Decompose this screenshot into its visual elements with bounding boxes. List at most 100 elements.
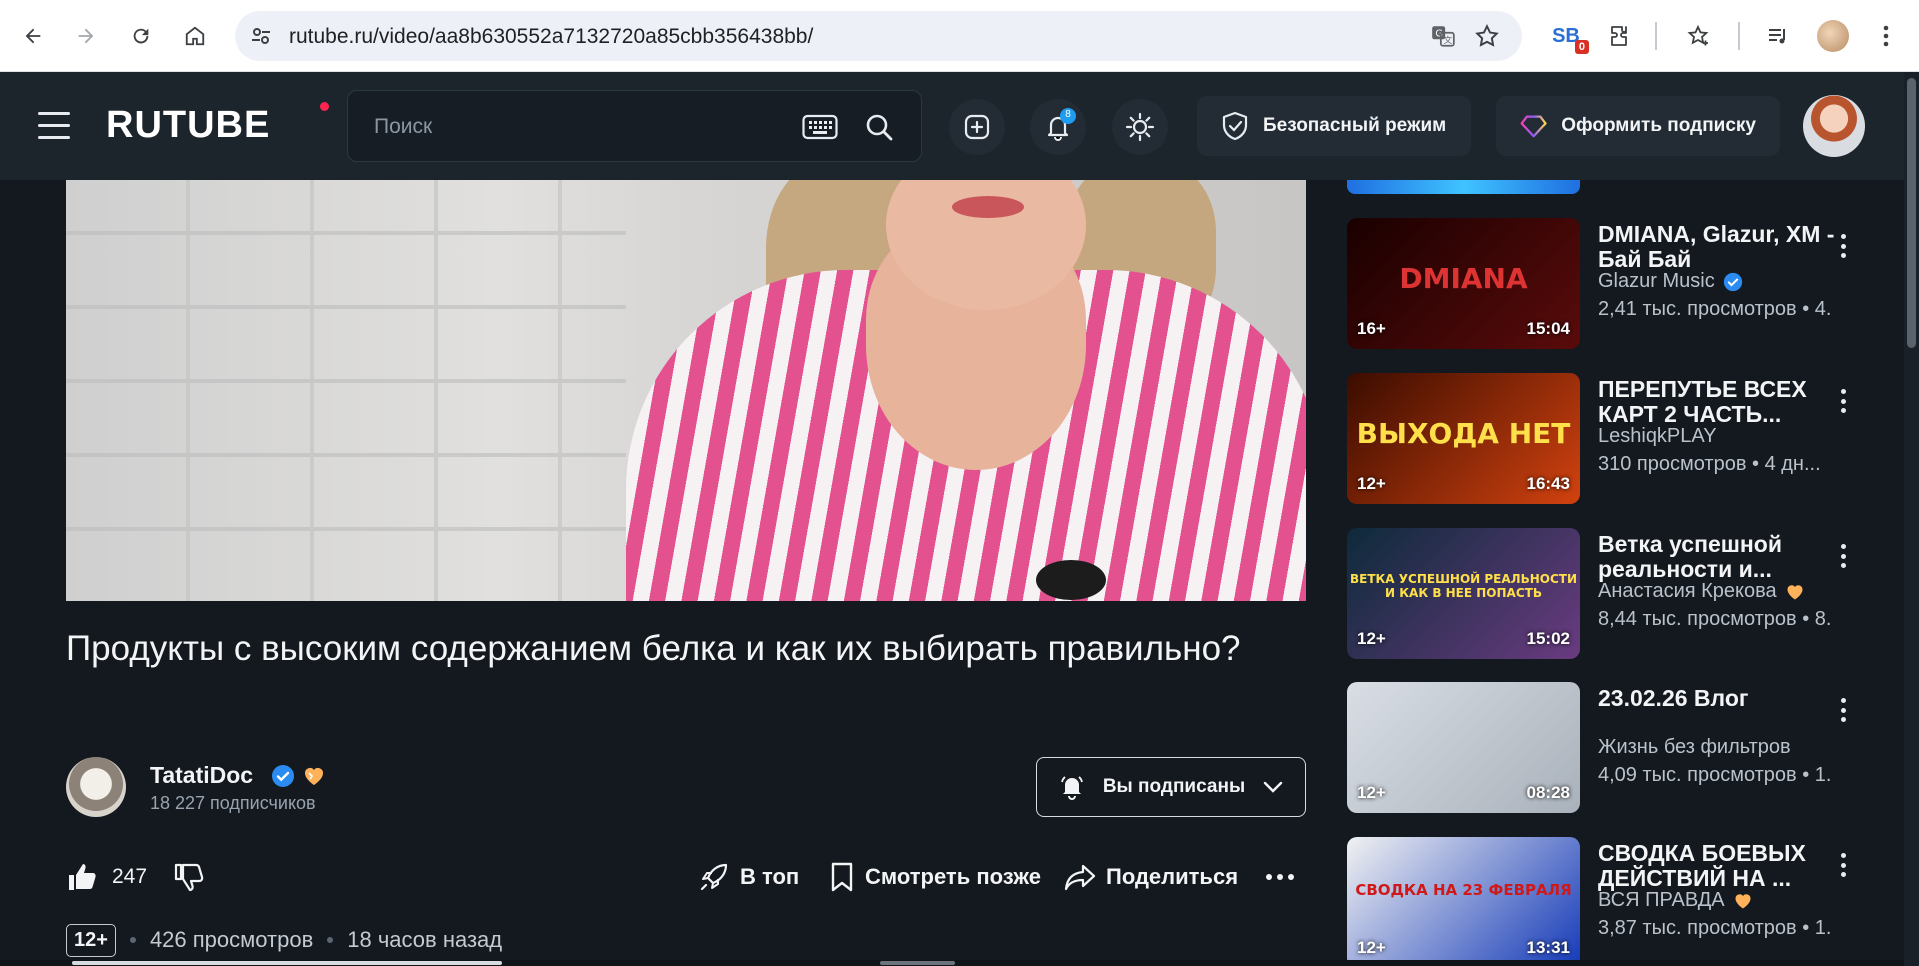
back-icon[interactable] [17,20,49,52]
recommendation-title[interactable]: 23.02.26 Влог [1598,686,1848,711]
bookmark-star-icon[interactable] [1474,23,1500,49]
recommendation-thumbnail[interactable]: ВЫХОДА НЕТ 12+ 16:43 [1347,373,1580,504]
chevron-down-icon [1263,781,1283,793]
search-box[interactable]: Поиск [347,90,922,162]
safe-mode-button[interactable]: Безопасный режим [1197,96,1471,156]
thumbnail-text: ВЕТКА УСПЕШНОЙ РЕАЛЬНОСТИ И КАК В НЕЕ ПО… [1349,572,1578,600]
horizontal-scrollbar-thumb[interactable] [72,961,502,965]
recommendation-card[interactable]: 12+ 08:28 23.02.26 Влог Жизнь без фильтров 4… [1347,682,1902,813]
verified-badge-icon [1723,272,1742,291]
channel-avatar[interactable] [66,757,126,817]
reading-list-icon[interactable] [1682,20,1714,52]
recommendation-menu-icon[interactable] [1831,692,1855,728]
recommendation-channel[interactable]: Жизнь без фильтров [1598,736,1791,759]
recommendation-channel-name[interactable]: Жизнь без фильтров [1598,736,1791,759]
recommendation-menu-icon[interactable] [1831,847,1855,883]
subscribed-button[interactable]: Вы подписаны [1036,757,1306,817]
search-icon[interactable] [864,112,894,142]
share-icon [1064,864,1096,891]
notifications-badge: 8 [1060,108,1076,124]
recommendation-card[interactable]: СВОДКА НА 23 ФЕВРАЛЯ 12+ 13:31 СВОДКА БОЕВЫ… [1347,837,1902,966]
recommendation-channel-name[interactable]: Glazur Music [1598,270,1715,293]
add-video-icon [964,114,990,140]
thumbnail-duration: 13:31 [1526,938,1570,957]
address-bar[interactable]: rutube.ru/video/aa8b630552a7132720a85cbb… [235,11,1522,61]
recommendation-thumbnail[interactable]: 12+ 08:28 [1347,682,1580,813]
menu-kebab-icon[interactable] [1870,20,1902,52]
recommendation-menu-icon[interactable] [1831,228,1855,264]
verified-badge-icon [272,765,294,787]
recommendation-card[interactable]: DMIANA 16+ 15:04 DMIANA, Glazur, XM - Бай Б… [1347,218,1902,349]
recommendation-title[interactable]: ПЕРЕПУТЬЕ ВСЕХ КАРТ 2 ЧАСТЬ... [1598,377,1848,427]
sun-icon [1125,112,1155,142]
recommendation-title[interactable]: Ветка успешной реальности и... [1598,532,1848,582]
recommendation-thumbnail-partial[interactable] [1347,180,1580,194]
upload-button[interactable] [949,99,1005,155]
video-player[interactable] [66,180,1306,601]
recommendation-thumbnail[interactable]: ВЕТКА УСПЕШНОЙ РЕАЛЬНОСТИ И КАК В НЕЕ ПО… [1347,528,1580,659]
extension-sb-icon[interactable]: SB 0 [1550,20,1589,54]
subscribed-label: Вы подписаны [1102,776,1246,797]
reload-icon[interactable] [125,20,157,52]
scrollbar-thumb[interactable] [1907,78,1916,348]
recommendation-channel[interactable]: Glazur Music [1598,270,1743,293]
like-icon[interactable] [66,861,98,893]
user-avatar[interactable] [1803,95,1865,157]
extensions-icon[interactable] [1605,20,1637,52]
url-text[interactable]: rutube.ru/video/aa8b630552a7132720a85cbb… [289,25,813,49]
forward-icon[interactable] [70,20,102,52]
thumbnail-age-rating: 12+ [1357,938,1386,957]
recommendation-menu-icon[interactable] [1831,538,1855,574]
video-frame-background [66,180,626,601]
site-settings-icon[interactable] [249,24,273,48]
age-rating-badge: 12+ [66,923,116,957]
horizontal-scrollbar[interactable] [0,960,1904,966]
channel-name[interactable]: TatatiDoc [150,762,253,789]
video-frame-figure [1036,560,1106,600]
recommendation-thumbnail[interactable]: СВОДКА НА 23 ФЕВРАЛЯ 12+ 13:31 [1347,837,1580,966]
shield-check-icon [1222,111,1248,141]
top-button[interactable]: В топ [698,857,799,897]
thumbnail-text: СВОДКА НА 23 ФЕВРАЛЯ [1355,881,1572,899]
top-label: В топ [740,864,800,889]
recommendation-channel[interactable]: ВСЯ ПРАВДА [1598,889,1753,912]
home-icon[interactable] [179,20,211,52]
recommendation-channel-name[interactable]: LeshiqkPLAY [1598,425,1717,448]
meta-separator [327,937,334,943]
search-input[interactable]: Поиск [374,115,432,139]
more-actions-button[interactable] [1265,857,1295,897]
recommendation-title[interactable]: DMIANA, Glazur, XM - Бай Бай [1598,222,1848,272]
video-frame-figure [952,196,1024,218]
extension-badge: 0 [1574,39,1589,54]
recommendation-channel[interactable]: Анастасия Крекова [1598,580,1805,603]
recommendation-views: 3,87 тыс. просмотров • 1. [1598,917,1832,939]
thumbnail-text: ВЫХОДА НЕТ [1356,417,1571,450]
recommendation-thumbnail[interactable]: DMIANA 16+ 15:04 [1347,218,1580,349]
thumbnail-duration: 08:28 [1526,783,1570,802]
page-scrollbar[interactable] [1904,72,1919,966]
notifications-button[interactable]: 8 [1030,99,1086,155]
keyboard-icon[interactable] [802,113,838,141]
recommendation-channel-name[interactable]: Анастасия Крекова [1598,580,1777,603]
browser-toolbar: rutube.ru/video/aa8b630552a7132720a85cbb… [0,0,1919,72]
recommendation-views: 2,41 тыс. просмотров • 4. [1598,298,1832,320]
share-button[interactable]: Поделиться [1064,857,1238,897]
translate-icon[interactable]: G文 [1430,23,1456,49]
subscribe-premium-button[interactable]: Оформить подписку [1496,96,1780,156]
recommendation-menu-icon[interactable] [1831,383,1855,419]
recommendation-channel-name[interactable]: ВСЯ ПРАВДА [1598,889,1725,912]
recommendation-card[interactable]: ВЕТКА УСПЕШНОЙ РЕАЛЬНОСТИ И КАК В НЕЕ ПО… [1347,528,1902,659]
menu-burger-icon[interactable] [38,112,70,140]
watch-later-button[interactable]: Смотреть позже [829,857,1041,897]
theme-toggle-button[interactable] [1112,99,1168,155]
rutube-logo[interactable]: RUTUBE [106,104,270,147]
dislike-icon[interactable] [173,861,205,893]
safe-mode-label: Безопасный режим [1263,115,1447,136]
recommendation-card[interactable]: ВЫХОДА НЕТ 12+ 16:43 ПЕРЕПУТЬЕ ВСЕХ КАРТ 2 … [1347,373,1902,504]
svg-text:文: 文 [1444,34,1453,46]
thumbnail-age-rating: 12+ [1357,783,1386,802]
recommendation-channel[interactable]: LeshiqkPLAY [1598,425,1717,448]
media-icon[interactable] [1762,20,1794,52]
browser-profile-avatar[interactable] [1817,20,1849,52]
recommendation-title[interactable]: СВОДКА БОЕВЫХ ДЕЙСТВИЙ НА ... [1598,841,1848,891]
